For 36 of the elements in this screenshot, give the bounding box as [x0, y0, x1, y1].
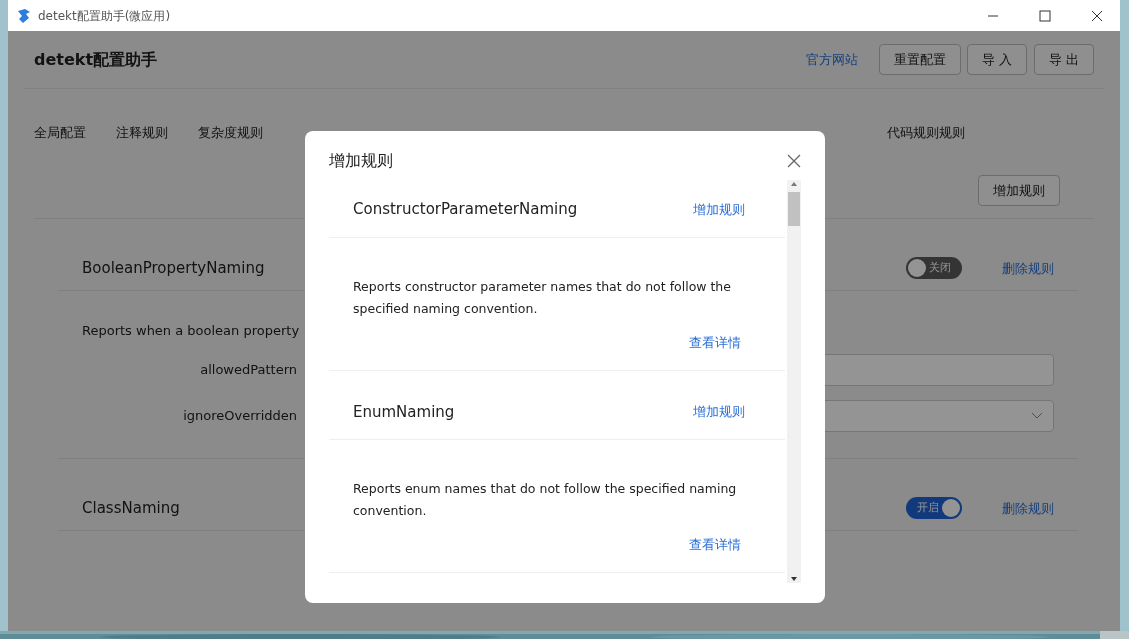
scroll-down-icon[interactable]	[790, 575, 798, 583]
dialog-title: 增加规则	[329, 151, 393, 171]
rule-name: BooleanPropertyNaming	[82, 258, 265, 279]
rule-name: EnumNaming	[353, 401, 455, 423]
scroll-up-icon[interactable]	[790, 180, 798, 189]
field-label: allowedPattern	[199, 361, 297, 380]
scrollbar[interactable]	[787, 180, 801, 583]
add-rule-button[interactable]: 增加规则	[978, 174, 1060, 206]
rule-description: Reports when a boolean property	[82, 321, 301, 340]
app-title: detekt配置助手	[34, 49, 159, 70]
app-logo-icon	[16, 7, 32, 24]
header-button[interactable]: 重置配置	[878, 43, 961, 76]
rule-name: ClassNaming	[82, 498, 180, 519]
rule-description: Reports constructor parameter names that do not follow the specified naming convention.	[353, 277, 732, 318]
header-button[interactable]: 导 入	[967, 43, 1028, 76]
rule-description: Reports enum names that do not follow the specified naming convention.	[353, 480, 738, 521]
tab[interactable]: 复杂度规则	[198, 123, 263, 143]
field-label: ignoreOverridden	[182, 407, 297, 426]
tab[interactable]: 注释规则	[116, 123, 168, 143]
website-link[interactable]: 官方网站	[805, 49, 858, 70]
chevron-down-icon	[1031, 412, 1043, 420]
toggle-switch[interactable]: 开启	[906, 497, 962, 520]
window-title: detekt配置助手(微应用)	[38, 7, 172, 25]
scrollbar-thumb[interactable]	[788, 192, 800, 227]
delete-rule-link[interactable]: 删除规则	[1002, 498, 1054, 518]
tab[interactable]: 代码规则规则	[887, 123, 965, 143]
details-link[interactable]: 查看详情	[689, 534, 741, 557]
header-button[interactable]: 导 出	[1033, 43, 1094, 76]
tab[interactable]: 全局配置	[34, 123, 86, 143]
toggle-switch[interactable]: 关闭	[906, 257, 962, 280]
close-icon[interactable]	[787, 153, 801, 168]
delete-rule-link[interactable]: 删除规则	[1002, 258, 1054, 278]
add-rule-link[interactable]: 增加规则	[693, 199, 745, 220]
add-rule-link[interactable]: 增加规则	[693, 402, 745, 422]
details-link[interactable]: 查看详情	[689, 331, 741, 354]
rule-name: ConstructorParameterNaming	[353, 199, 578, 221]
